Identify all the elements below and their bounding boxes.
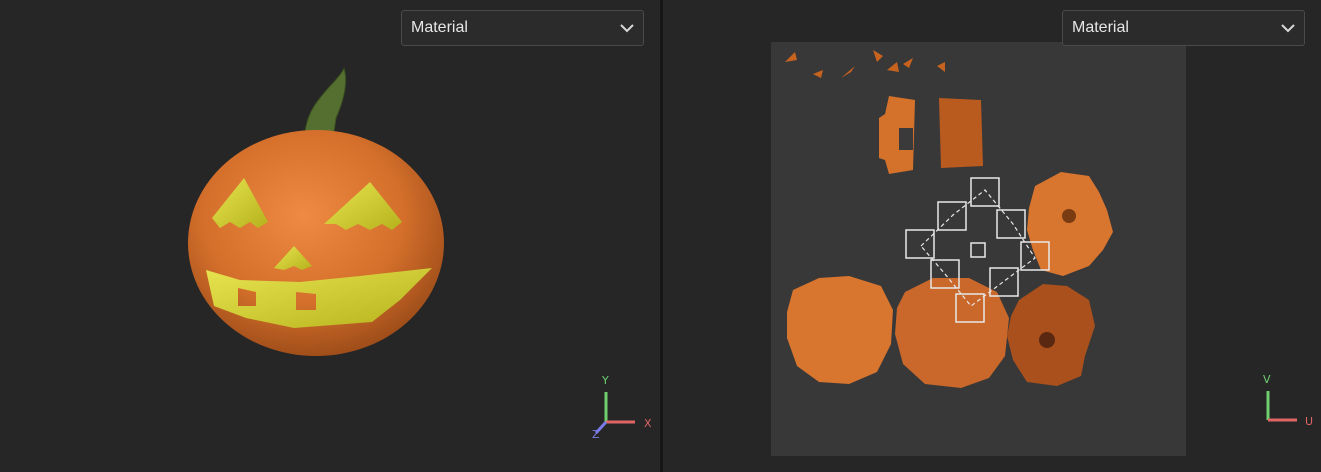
uv-editor-window: Material Y X Z Material V U [0,0,1321,472]
3d-viewport[interactable]: Material Y X Z [0,0,660,472]
uv-gizmo-u-label: U [1305,415,1314,428]
material-dropdown-uv[interactable]: Material [1062,10,1305,46]
pumpkin-model[interactable] [0,0,660,472]
gizmo-z-label: Z [592,428,600,441]
uv-island-round-left [787,276,893,384]
gizmo-x-label: X [644,417,652,430]
chevron-down-icon [620,24,634,33]
gizmo-y-label: Y [602,374,609,387]
material-dropdown[interactable]: Material [401,10,644,46]
uv-island-round-middle [895,278,1009,388]
material-dropdown-uv-value: Material [1072,19,1129,36]
material-dropdown-value: Material [411,19,468,36]
pumpkin-stem [304,67,347,133]
uv-viewport[interactable]: Material V U [663,0,1321,472]
uv-gizmo-v-label: V [1263,373,1271,386]
chevron-down-icon [1281,24,1295,33]
uv-editor-canvas[interactable] [663,0,1321,472]
